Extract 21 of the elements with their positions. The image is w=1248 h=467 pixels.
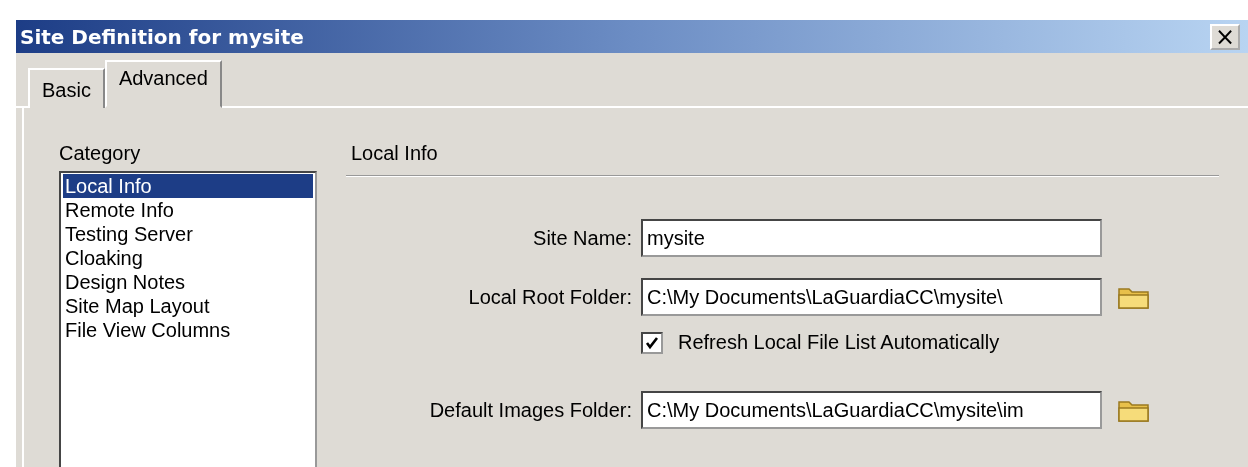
field-label: Site Name: — [532, 226, 632, 250]
field-label: Local Root Folder: — [467, 285, 632, 309]
tab[interactable]: Advanced — [104, 60, 222, 108]
checkbox-label: Refresh Local File List Automatically — [678, 331, 1000, 354]
category-label: Category — [59, 142, 142, 165]
field-label: Default Images Folder: — [428, 398, 632, 422]
checkbox[interactable] — [641, 331, 663, 354]
input-field[interactable]: mysite — [641, 219, 1102, 257]
section-title: Local Info — [351, 142, 439, 165]
input-field[interactable]: C:\My Documents\LaGuardiaCC\mysite\ — [641, 278, 1102, 316]
category-item[interactable]: Design Notes — [63, 270, 313, 294]
category-item[interactable]: Cloaking — [63, 246, 313, 270]
close-button[interactable]: × — [1210, 23, 1240, 50]
category-item[interactable]: Remote Info — [63, 198, 313, 222]
category-item[interactable]: Site Map Layout — [63, 294, 313, 318]
category-item[interactable]: File View Columns — [63, 318, 313, 342]
category-item[interactable]: Testing Server — [63, 222, 313, 246]
window-title: Site Definition for mysite — [20, 24, 304, 49]
tab[interactable]: Basic — [28, 68, 105, 108]
category-item[interactable]: Local Info — [63, 174, 313, 198]
input-field[interactable]: C:\My Documents\LaGuardiaCC\mysite\im — [641, 391, 1102, 429]
